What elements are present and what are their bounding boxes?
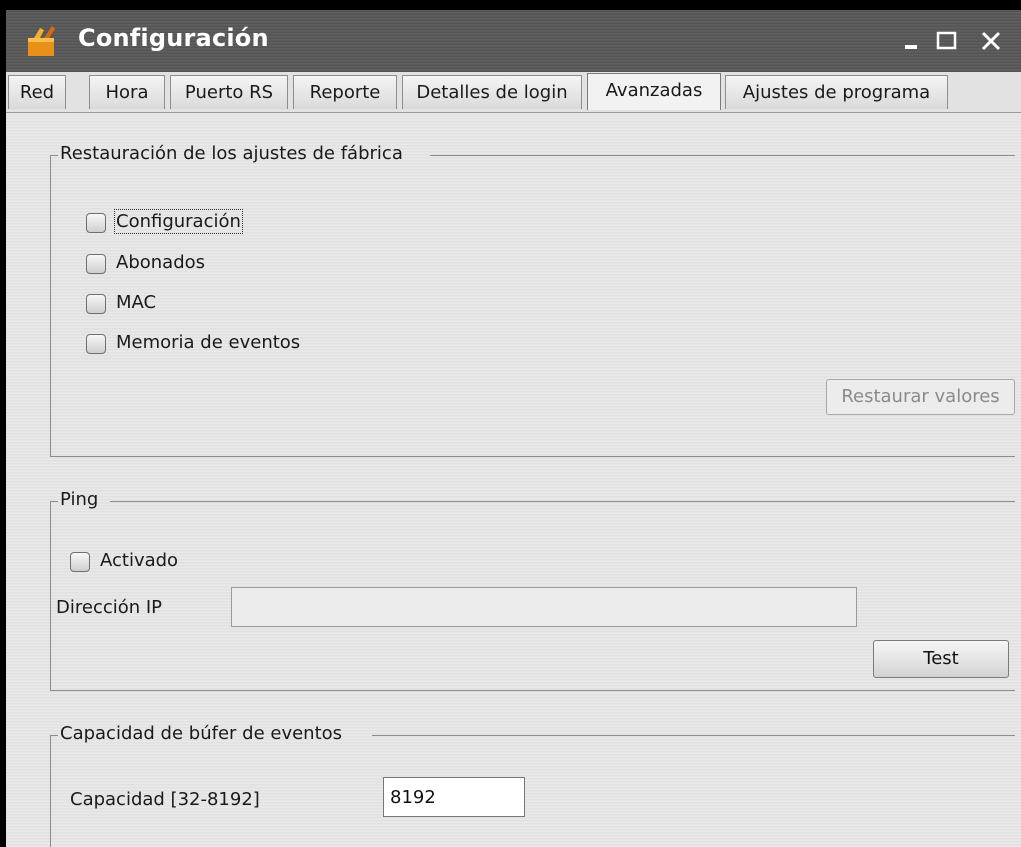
buffer-group-title: Capacidad de búfer de eventos [60, 723, 343, 744]
tab-puerto-rs[interactable]: Puerto RS [170, 75, 288, 109]
ping-border-left [50, 501, 51, 691]
capacity-label: Capacidad [32-8192] [70, 789, 260, 810]
tab-hora[interactable]: Hora [89, 75, 165, 109]
checkbox-abonados[interactable] [86, 254, 106, 274]
checkbox-configuracion[interactable] [86, 213, 106, 233]
label-mac[interactable]: MAC [116, 292, 156, 313]
minimize-icon[interactable] [901, 28, 927, 54]
ping-border-top-right [110, 501, 1015, 502]
window-title: Configuración [78, 24, 269, 52]
factory-reset-border-top-right [430, 155, 1015, 156]
capacity-input[interactable] [383, 777, 525, 817]
factory-reset-border-bottom [50, 456, 1015, 457]
label-abonados[interactable]: Abonados [116, 252, 205, 273]
app-icon [28, 26, 55, 56]
checkbox-mac[interactable] [86, 294, 106, 314]
test-button[interactable]: Test [873, 640, 1009, 678]
buffer-border-top-left [50, 735, 58, 736]
tab-detalles-de-login[interactable]: Detalles de login [402, 75, 582, 109]
checkbox-activado[interactable] [70, 552, 90, 572]
ip-address-input[interactable] [231, 587, 857, 627]
tab-content-avanzadas: Restauración de los ajustes de fábrica C… [6, 113, 1021, 847]
label-memoria-de-eventos[interactable]: Memoria de eventos [116, 332, 300, 353]
close-icon[interactable] [978, 28, 1004, 54]
factory-reset-border-top-left [50, 155, 58, 156]
tab-bar: Red Hora Puerto RS Reporte Detalles de l… [6, 72, 1021, 113]
factory-reset-border-left [50, 155, 51, 457]
tab-reporte[interactable]: Reporte [293, 75, 397, 109]
title-bar[interactable]: Configuración [6, 10, 1021, 72]
checkbox-memoria-de-eventos[interactable] [86, 334, 106, 354]
buffer-border-top-right [372, 735, 1015, 736]
ping-border-top-left [50, 501, 58, 502]
tab-red[interactable]: Red [8, 75, 66, 109]
ping-group-title: Ping [60, 489, 99, 510]
buffer-border-left [50, 735, 51, 847]
configuration-window: Configuración Red Hora Puerto RS Reporte… [6, 10, 1021, 847]
label-configuracion[interactable]: Configuración [114, 209, 243, 234]
ip-address-label: Dirección IP [56, 597, 163, 618]
tab-avanzadas[interactable]: Avanzadas [587, 73, 721, 110]
factory-reset-group-title: Restauración de los ajustes de fábrica [60, 143, 403, 164]
ping-border-bottom [50, 690, 1015, 691]
label-activado[interactable]: Activado [100, 550, 178, 571]
maximize-icon[interactable] [934, 28, 960, 54]
restore-values-button[interactable]: Restaurar valores [826, 379, 1015, 415]
tab-ajustes-de-programa[interactable]: Ajustes de programa [725, 75, 948, 109]
